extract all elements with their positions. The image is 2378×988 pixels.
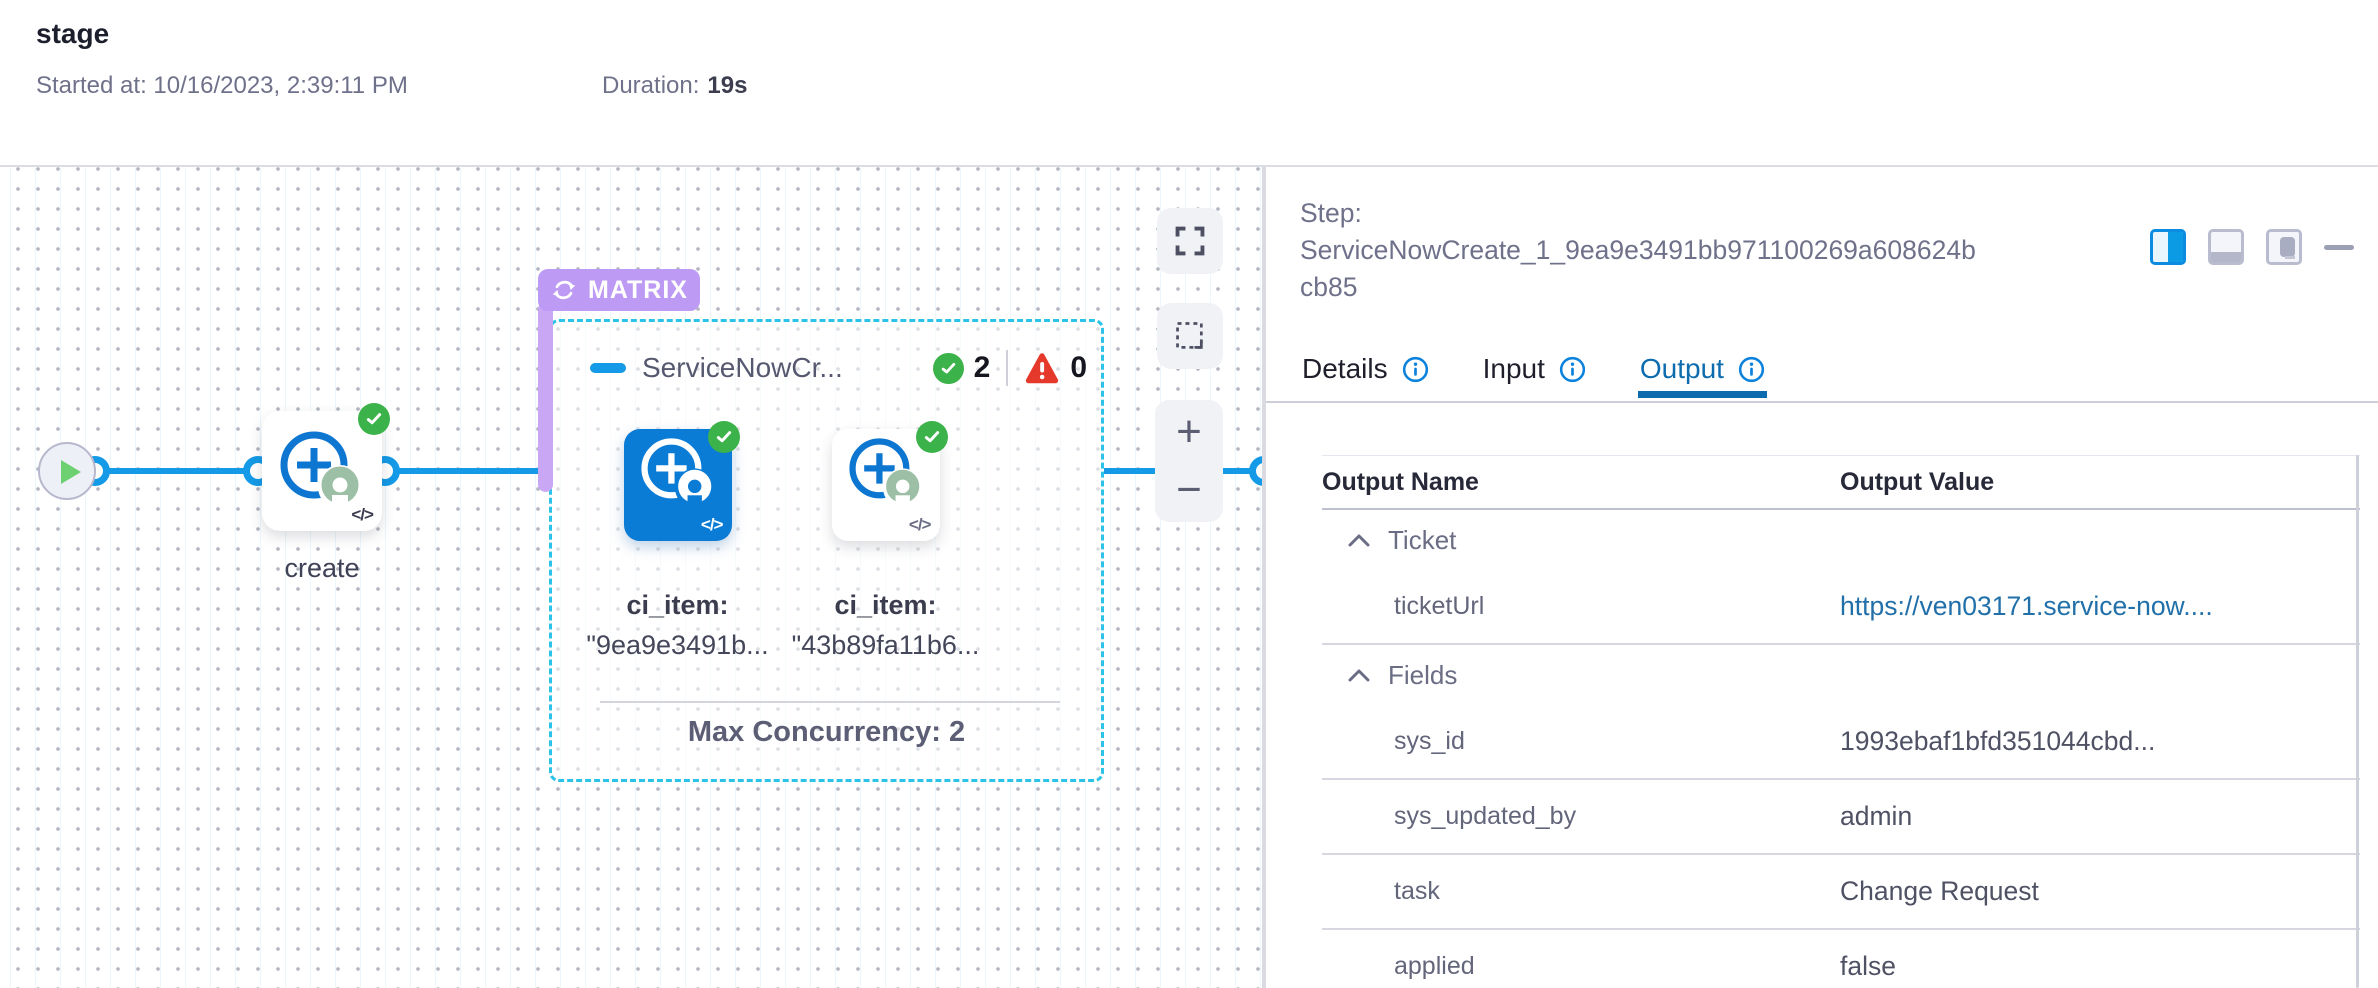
zoom-in-button[interactable]: +: [1176, 410, 1202, 454]
panel-tabs: Details Input Output: [1300, 353, 1767, 398]
servicenow-icon: [270, 421, 366, 517]
edge-start-to-create: [95, 468, 258, 474]
matrix-badge-label: MATRIX: [588, 276, 688, 305]
output-table: Output Name Output Value Ticket ticketUr…: [1322, 455, 2360, 988]
output-value: false: [1840, 951, 1896, 982]
matrix-step-column: </> ci_item: "9ea9e3491b...: [570, 421, 785, 665]
selection-box-icon: [1173, 319, 1207, 353]
code-glyph: </>: [701, 515, 723, 535]
minimize-icon[interactable]: [2324, 245, 2354, 250]
panel-layout-controls: [2150, 229, 2354, 265]
matrix-step-node-selected[interactable]: </>: [624, 429, 732, 541]
table-row: ticketUrl https://ven03171.service-now..…: [1322, 570, 2360, 645]
chevron-up-icon: [1348, 533, 1370, 547]
connector-dot: [1249, 456, 1262, 486]
panel-bottom-icon[interactable]: [2208, 229, 2244, 265]
divider: [600, 701, 1060, 703]
selection-mode-button[interactable]: [1157, 303, 1223, 369]
divider: [1006, 350, 1008, 386]
warning-triangle-icon: [1024, 351, 1060, 385]
info-icon[interactable]: [1559, 356, 1586, 383]
matrix-step-column: </> ci_item: "43b89fa11b6...: [778, 421, 993, 665]
matrix-badge: MATRIX: [538, 269, 700, 311]
output-value: 1993ebaf1bfd351044cbd...: [1840, 726, 2155, 757]
tab-output[interactable]: Output: [1638, 353, 1767, 398]
pipeline-canvas[interactable]: </> create MATRIX ServiceNowCr...: [0, 167, 1262, 988]
column-header-output-name: Output Name: [1322, 468, 1840, 497]
pipeline-execution-page: stage Started at: 10/16/2023, 2:39:11 PM…: [0, 0, 2378, 988]
step-name: ServiceNowCreate_1_9ea9e3491bb971100269a…: [1300, 235, 1976, 302]
servicenow-icon: [840, 429, 926, 515]
ticket-url-link[interactable]: https://ven03171.service-now....: [1840, 591, 2213, 622]
output-name: sys_updated_by: [1322, 802, 1840, 831]
matrix-header: ServiceNowCr... 2 0: [590, 348, 1087, 388]
output-name: sys_id: [1322, 727, 1840, 756]
step-label-create: create: [232, 553, 412, 584]
group-row-fields[interactable]: Fields: [1322, 645, 2360, 705]
success-check-icon: [708, 421, 740, 453]
code-glyph: </>: [351, 505, 373, 525]
collapse-minus-icon[interactable]: [590, 363, 626, 373]
edge-create-to-matrix: [385, 468, 549, 474]
tab-details[interactable]: Details: [1300, 353, 1431, 398]
fullscreen-button[interactable]: [1157, 208, 1223, 274]
duration-text: Duration: 19s: [602, 72, 747, 100]
group-row-ticket[interactable]: Ticket: [1322, 510, 2360, 570]
stage-header: stage Started at: 10/16/2023, 2:39:11 PM…: [0, 0, 2378, 167]
step-node-create[interactable]: </>: [262, 411, 382, 531]
failed-count: 0: [1070, 351, 1087, 385]
output-value: admin: [1840, 801, 1912, 832]
start-node[interactable]: [38, 442, 96, 500]
duration-label: Duration:: [602, 72, 699, 99]
zoom-out-button[interactable]: −: [1176, 468, 1202, 512]
repeat-loop-icon: [550, 276, 578, 304]
table-row: task Change Request: [1322, 855, 2360, 930]
panel-right-icon[interactable]: [2150, 229, 2186, 265]
success-check-icon: [933, 353, 964, 384]
table-header-row: Output Name Output Value: [1322, 456, 2360, 510]
success-check-icon: [916, 421, 948, 453]
output-name: task: [1322, 877, 1840, 906]
scrollbar[interactable]: [2356, 455, 2359, 988]
expand-icon: [1173, 224, 1207, 258]
divider: [1266, 401, 2378, 403]
table-row: sys_updated_by admin: [1322, 780, 2360, 855]
matrix-group-box: ServiceNowCr... 2 0: [549, 319, 1104, 782]
servicenow-icon: [632, 429, 718, 515]
matrix-status-counts: 2 0: [933, 350, 1087, 386]
info-icon[interactable]: [1738, 356, 1765, 383]
tab-input[interactable]: Input: [1481, 353, 1588, 398]
output-name: ticketUrl: [1322, 592, 1840, 621]
column-header-output-value: Output Value: [1840, 468, 1994, 497]
matrix-step-node[interactable]: </>: [832, 429, 940, 541]
success-count: 2: [974, 351, 991, 385]
matrix-accent-bar: [538, 302, 553, 492]
play-icon: [61, 460, 81, 484]
step-title: Step: ServiceNowCreate_1_9ea9e3491bb9711…: [1300, 195, 1980, 306]
table-row: sys_id 1993ebaf1bfd351044cbd...: [1322, 705, 2360, 780]
table-row: applied false: [1322, 930, 2360, 988]
matrix-step-label: ci_item: "9ea9e3491b...: [570, 585, 785, 665]
duration-value: 19s: [707, 72, 747, 99]
stage-title: stage: [36, 18, 109, 50]
chevron-up-icon: [1348, 668, 1370, 682]
step-label: Step:: [1300, 198, 1362, 228]
panel-float-icon[interactable]: [2266, 229, 2302, 265]
max-concurrency-text: Max Concurrency: 2: [552, 716, 1101, 749]
output-name: applied: [1322, 952, 1840, 981]
success-check-icon: [358, 403, 390, 435]
matrix-step-label: ci_item: "43b89fa11b6...: [778, 585, 993, 665]
step-details-panel: Step: ServiceNowCreate_1_9ea9e3491bb9711…: [1266, 167, 2378, 988]
matrix-title: ServiceNowCr...: [642, 352, 843, 384]
started-at-text: Started at: 10/16/2023, 2:39:11 PM: [36, 72, 408, 100]
zoom-controls: + −: [1155, 400, 1223, 522]
code-glyph: </>: [909, 515, 931, 535]
info-icon[interactable]: [1402, 356, 1429, 383]
output-value: Change Request: [1840, 876, 2039, 907]
